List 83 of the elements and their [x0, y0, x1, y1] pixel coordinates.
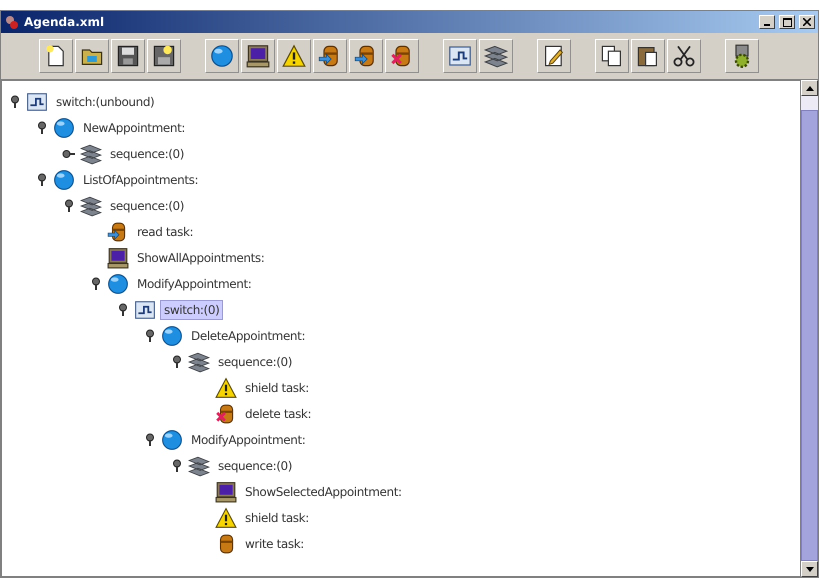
tree-item[interactable]: shield task:	[241, 378, 313, 398]
down-arrow-icon	[806, 566, 814, 572]
switch-icon	[26, 91, 48, 113]
tree-item[interactable]: shield task:	[241, 508, 313, 528]
tree-item[interactable]: delete task:	[241, 404, 316, 424]
toolbar-button[interactable]	[631, 39, 665, 73]
toolbar-button[interactable]	[349, 39, 383, 73]
tree-item[interactable]: sequence:(0)	[106, 196, 188, 216]
close-icon	[803, 18, 811, 26]
close-button[interactable]	[799, 15, 815, 29]
tree-toggle[interactable]	[8, 95, 22, 109]
sphere-icon	[107, 273, 129, 295]
tree-item[interactable]: NewAppointment:	[79, 118, 190, 138]
switch-icon	[134, 299, 156, 321]
scroll-up-button[interactable]	[801, 80, 818, 96]
tree-item[interactable]: ShowAllAppointments:	[133, 248, 268, 268]
toolbar-button[interactable]	[75, 39, 109, 73]
stack-icon	[484, 44, 508, 68]
floppy-icon	[116, 44, 140, 68]
sphere-icon	[210, 44, 234, 68]
monitor-icon	[246, 44, 270, 68]
toolbar-button[interactable]	[241, 39, 275, 73]
copy-icon	[600, 44, 624, 68]
stack-icon	[80, 195, 102, 217]
tree-toggle[interactable]	[143, 329, 157, 343]
sphere-icon	[53, 169, 75, 191]
toolbar-button[interactable]	[667, 39, 701, 73]
warning-icon	[215, 377, 237, 399]
edit-icon	[542, 44, 566, 68]
tree-item[interactable]: sequence:(0)	[106, 144, 188, 164]
tree-toggle[interactable]	[62, 199, 76, 213]
toolbar-button[interactable]	[537, 39, 571, 73]
tree-item[interactable]: switch:(unbound)	[52, 92, 158, 112]
warning-icon	[215, 507, 237, 529]
tree-toggle[interactable]	[35, 173, 49, 187]
tree-toggle[interactable]	[116, 303, 130, 317]
toolbar-button[interactable]	[111, 39, 145, 73]
tree-item[interactable]: ModifyAppointment:	[133, 274, 256, 294]
tree-item[interactable]: write task:	[241, 534, 308, 554]
tree-toggle[interactable]	[89, 277, 103, 291]
window-title: Agenda.xml	[24, 15, 106, 29]
monitor-icon	[215, 481, 237, 503]
maximize-icon	[782, 18, 792, 26]
tree-toggle[interactable]	[62, 147, 76, 161]
toolbar-button[interactable]	[147, 39, 181, 73]
toolbar-button[interactable]	[725, 39, 759, 73]
tree-item[interactable]: sequence:(0)	[214, 456, 296, 476]
maximize-button[interactable]	[779, 15, 795, 29]
tree-item[interactable]: sequence:(0)	[214, 352, 296, 372]
toolbar-button[interactable]	[479, 39, 513, 73]
tree-item[interactable]: DeleteAppointment:	[187, 326, 310, 346]
up-arrow-icon	[806, 86, 814, 90]
toolbar-button[interactable]	[313, 39, 347, 73]
tree-toggle[interactable]	[170, 355, 184, 369]
tree-item[interactable]: ListOfAppointments:	[79, 170, 202, 190]
monitor-icon	[107, 247, 129, 269]
minimize-button[interactable]	[759, 15, 775, 29]
tree-item[interactable]: ModifyAppointment:	[187, 430, 310, 450]
toolbar-button[interactable]	[385, 39, 419, 73]
tree-toggle[interactable]	[35, 121, 49, 135]
tree-toggle[interactable]	[170, 459, 184, 473]
stack-icon	[188, 351, 210, 373]
toolbar-button[interactable]	[205, 39, 239, 73]
cut-icon	[672, 44, 696, 68]
app-icon	[4, 14, 20, 30]
sphere-icon	[161, 325, 183, 347]
tree-toggle[interactable]	[143, 433, 157, 447]
tree-item[interactable]: switch:(0)	[160, 300, 224, 320]
toolbar-button[interactable]	[277, 39, 311, 73]
scrollbar-thumb[interactable]	[801, 110, 818, 561]
warning-icon	[282, 44, 306, 68]
sphere-icon	[53, 117, 75, 139]
toolbar-button[interactable]	[443, 39, 477, 73]
scroll-down-button[interactable]	[801, 561, 818, 577]
sphere-icon	[161, 429, 183, 451]
toolbar-button[interactable]	[595, 39, 629, 73]
tree-item[interactable]: ShowSelectedAppointment:	[241, 482, 406, 502]
tree-item[interactable]: read task:	[133, 222, 198, 242]
toolbar-button[interactable]	[39, 39, 73, 73]
stack-icon	[80, 143, 102, 165]
switch-icon	[448, 44, 472, 68]
stack-icon	[188, 455, 210, 477]
paste-icon	[636, 44, 660, 68]
